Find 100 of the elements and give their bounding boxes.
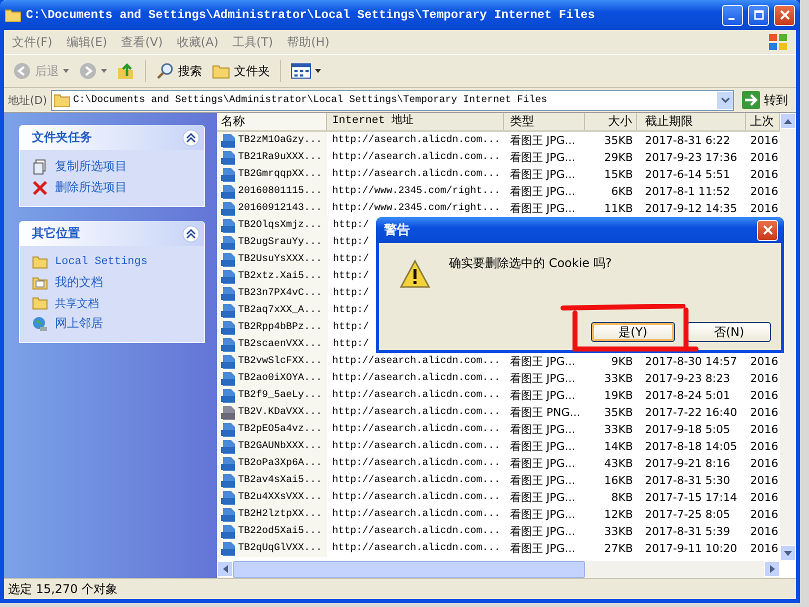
caret-icon [101,69,107,73]
jpg-file-icon [221,320,237,336]
jpg-file-icon [221,540,237,556]
caret-icon [63,69,69,73]
size-text: 14KB [604,440,633,453]
menu-item[interactable]: 工具(T) [232,34,274,50]
date-text: 2016 [750,406,778,419]
date-text: 2016 [750,491,778,504]
address-field[interactable]: C:\Documents and Settings\Administrator\Local Settings\Temporary Internet Files [51,90,734,110]
size-text: 33KB [604,525,633,538]
url-text: http://asearch.alicdn.com... [332,152,500,163]
date-text: 2016 [750,423,778,436]
type-text: 看图王 JPG... [510,456,576,471]
type-text: 看图王 JPG... [510,422,576,437]
jpg-file-icon [221,438,237,454]
date-text: 2016 [750,185,778,198]
folder-icon [32,274,48,290]
minimize-button[interactable] [722,4,743,26]
url-text: http://asearch.alicdn.com... [332,135,500,146]
type-text: 看图王 JPG... [510,490,576,505]
size-text: 15KB [604,168,633,181]
dialog-button[interactable]: 是(Y) [591,322,675,342]
horizontal-scrollbar[interactable] [217,561,780,578]
caret-icon [315,69,321,73]
size-text: 35KB [604,406,633,419]
task-link[interactable]: 删除所选项目 [55,179,127,196]
close-button[interactable] [774,4,795,26]
date-text: 2016 [750,168,778,181]
date-text: 2017-6-14 5:51 [644,168,730,181]
url-text: http://asearch.alicdn.com... [332,390,500,401]
task-link[interactable]: 复制所选项目 [55,158,127,175]
column-header[interactable]: 名称 [217,113,328,130]
search-button[interactable]: 搜索 [153,60,205,82]
up-folder-icon [117,62,135,80]
task-link[interactable]: Local Settings [55,256,148,268]
jpg-file-icon [221,166,237,182]
url-text: http:/ [333,322,370,333]
menu-item[interactable]: 帮助(H) [287,34,330,50]
type-text: 看图王 JPG... [510,388,576,403]
menu-item[interactable]: 查看(V) [121,34,163,50]
type-text: 看图王 JPG... [510,507,576,522]
menu-item[interactable]: 编辑(E) [66,34,108,50]
date-text: 2017-7-15 17:14 [644,491,738,504]
view-grid-icon [291,63,311,79]
type-text: 看图王 JPG... [510,133,576,148]
go-arrow-icon [742,91,760,109]
menu-item[interactable]: 收藏(A) [176,34,218,50]
type-text: 看图王 JPG... [510,473,576,488]
column-header[interactable]: 截止期限 [637,113,746,130]
jpg-file-icon [221,506,237,522]
dialog-title: 警告 [384,222,410,239]
date-text: 2017-8-30 14:57 [644,355,738,368]
column-header[interactable]: Internet 地址 [327,113,504,130]
collapse-icon[interactable] [182,128,200,146]
folders-button[interactable]: 文件夹 [209,60,273,82]
jpg-file-icon [221,456,237,472]
size-text: 43KB [604,457,633,470]
jpg-file-icon [221,218,237,234]
url-text: http://asearch.alicdn.com... [332,543,500,554]
url-text: http://asearch.alicdn.com... [332,526,500,537]
url-text: http://asearch.alicdn.com... [332,356,500,367]
url-text: http:/ [333,254,370,265]
type-text: 看图王 JPG... [510,150,576,165]
size-text: 33KB [604,372,633,385]
date-text: 2016 [750,372,778,385]
url-text: http://asearch.alicdn.com... [332,509,500,520]
size-text: 35KB [604,134,633,147]
url-text: http:/ [333,339,370,350]
menu-item[interactable]: 文件(F) [12,34,52,50]
url-text: http://asearch.alicdn.com... [332,492,500,503]
column-header[interactable]: 类型 [504,113,586,130]
collapse-icon[interactable] [182,224,200,242]
url-text: http://asearch.alicdn.com... [332,424,500,435]
close-button[interactable] [757,220,778,240]
date-text: 2017-9-21 8:16 [644,457,730,470]
go-button[interactable]: 转到 [738,91,792,109]
jpg-file-icon [221,268,237,284]
jpg-file-icon [221,336,237,352]
date-text: 2016 [750,134,778,147]
dialog-button[interactable]: 否(N) [687,322,771,342]
close-icon [780,10,790,20]
vertical-scrollbar[interactable] [780,113,796,561]
date-text: 2017-8-31 5:30 [644,474,730,487]
size-text: 16KB [604,474,633,487]
column-header[interactable]: 大小 [585,113,637,130]
task-link[interactable]: 我的文档 [55,274,103,291]
url-text: http://asearch.alicdn.com... [332,441,500,452]
close-icon [762,225,772,235]
window-title: C:\Documents and Settings\Administrator\Local Settings\Temporary Internet Files [26,8,596,22]
minimize-icon [728,18,734,20]
date-text: 2017-8-18 14:05 [644,440,738,453]
task-link[interactable]: 共享文档 [55,296,99,310]
url-text: http:/ [333,271,370,282]
views-button[interactable] [288,61,324,81]
task-link[interactable]: 网上邻居 [55,315,103,332]
type-text: 看图王 JPG... [510,524,576,539]
maximize-button[interactable] [748,4,769,26]
dialog-message: 确实要删除选中的 Cookie 吗? [449,255,612,272]
type-text: 看图王 PNG... [510,405,580,420]
scroll-right-icon [770,565,774,573]
